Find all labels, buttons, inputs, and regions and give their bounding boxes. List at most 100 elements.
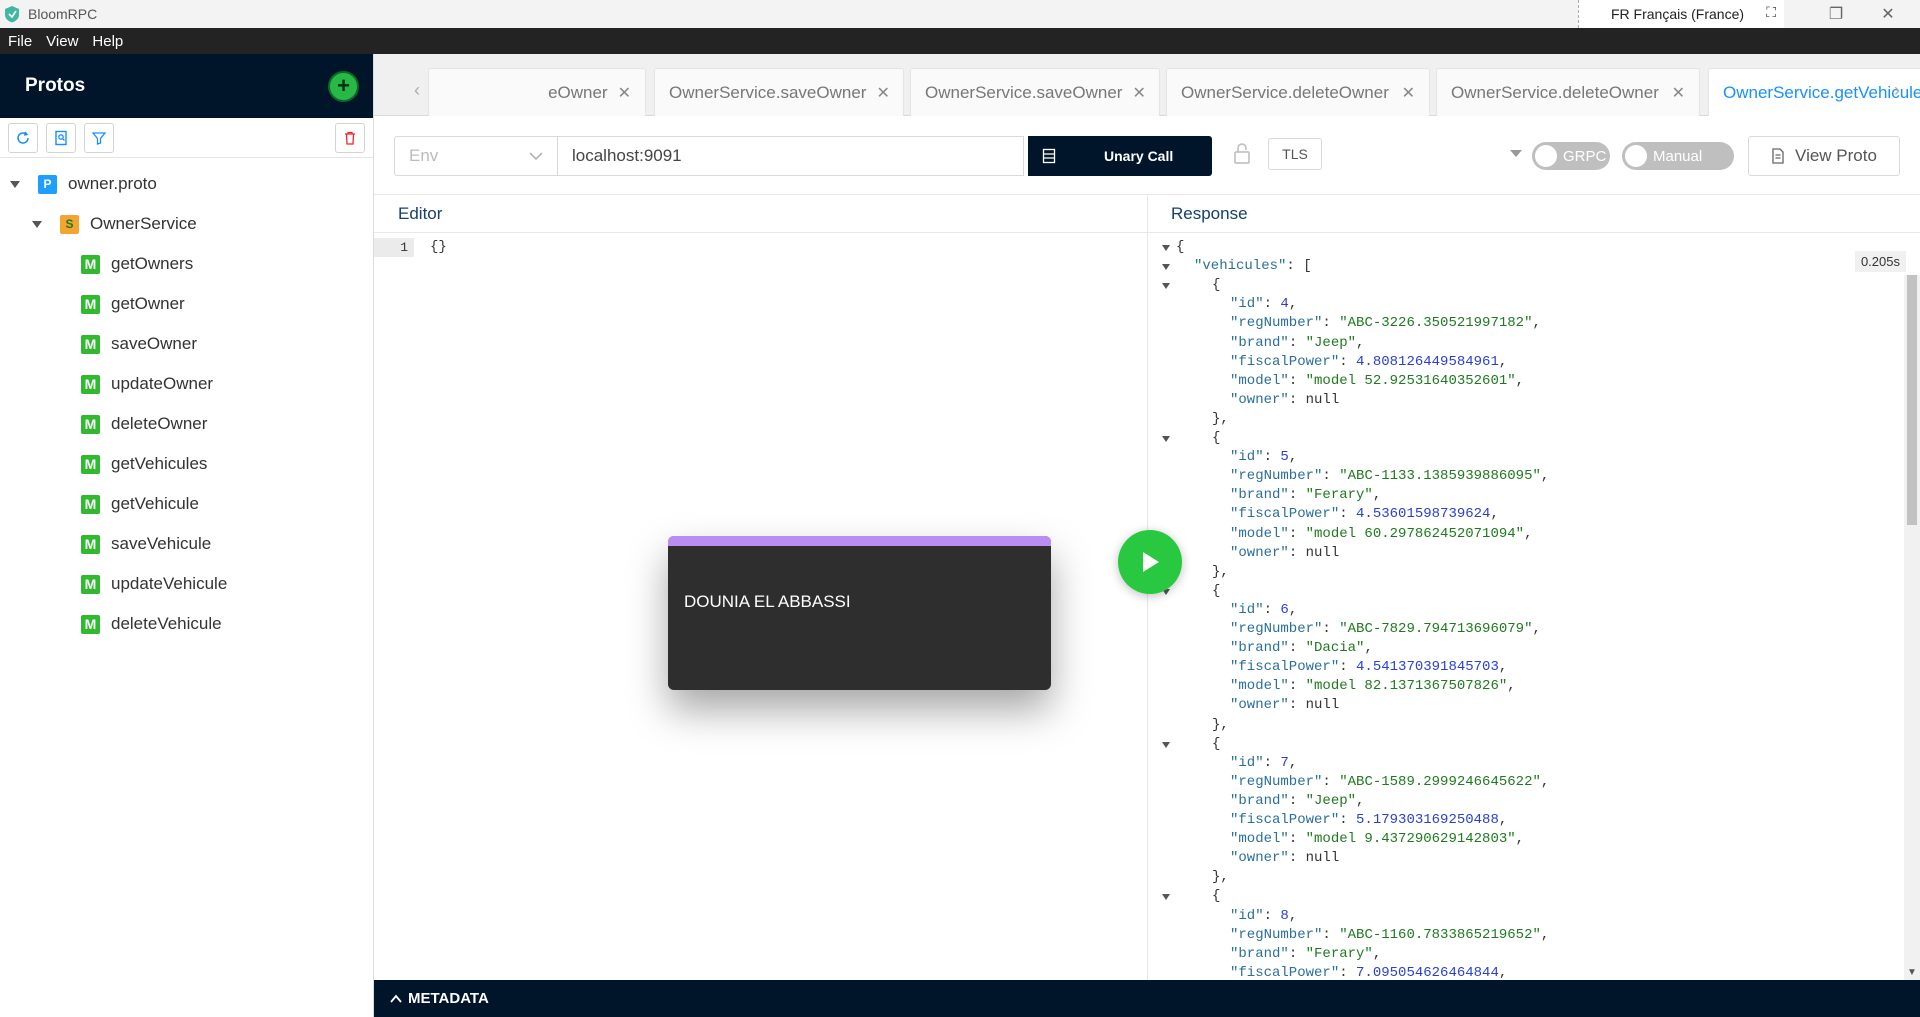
- tree-item-method[interactable]: M getOwners: [0, 244, 373, 284]
- method-badge: M: [81, 254, 100, 274]
- tree-item-label: saveVehicule: [111, 534, 212, 553]
- method-badge: M: [81, 534, 100, 554]
- fold-caret-icon[interactable]: [1162, 741, 1170, 748]
- menu-file[interactable]: File: [8, 33, 32, 50]
- tab-label: OwnerService.deleteOwner: [1451, 82, 1659, 102]
- server-url-input[interactable]: [558, 136, 1024, 176]
- run-request-button[interactable]: [1118, 530, 1182, 594]
- service-badge: S: [60, 214, 79, 234]
- add-proto-button[interactable]: +: [328, 70, 359, 102]
- sidebar-toolbar: [0, 118, 373, 158]
- response-json[interactable]: {"vehicules": [{"id": 4, "regNumber": "AB…: [1148, 238, 1904, 978]
- play-icon: [1143, 552, 1159, 572]
- env-select[interactable]: Env: [394, 136, 558, 176]
- tree-item-label: deleteOwner: [111, 414, 208, 433]
- metadata-bar[interactable]: METADATA: [374, 980, 1920, 1017]
- filter-methods-button[interactable]: [84, 122, 114, 153]
- editor-title: Editor: [374, 195, 1147, 233]
- tree-item-label: saveOwner: [111, 334, 197, 353]
- tree-item-method[interactable]: M updateOwner: [0, 364, 373, 404]
- import-paths-button[interactable]: [46, 122, 76, 153]
- tab-label: OwnerService.deleteOwner: [1181, 82, 1389, 102]
- menu-help[interactable]: Help: [92, 33, 123, 50]
- method-badge: M: [81, 494, 100, 514]
- language-indicator[interactable]: FR Français (France) ⛶: [1578, 0, 1784, 28]
- editor-line[interactable]: 1 {}: [374, 238, 1148, 257]
- fold-caret-icon[interactable]: [1162, 283, 1170, 290]
- view-proto-label: View Proto: [1795, 146, 1877, 165]
- fold-caret-icon[interactable]: [1162, 245, 1170, 251]
- tree-item-proto-file[interactable]: P owner.proto: [0, 164, 373, 204]
- tab-request-active[interactable]: OwnerService.getVehicules ✕: [1708, 68, 1920, 116]
- toggle-knob: [1625, 145, 1647, 167]
- tree-item-label: OwnerService: [90, 214, 197, 233]
- request-toolbar: Env Unary Call TLS GRPC Manual View Prot…: [374, 116, 1920, 195]
- method-badge: M: [81, 374, 100, 394]
- delete-protos-button[interactable]: [335, 122, 365, 153]
- fold-caret-icon[interactable]: [1162, 894, 1170, 901]
- response-title: Response: [1148, 195, 1920, 233]
- tab-request[interactable]: OwnerService.deleteOwner ✕: [1166, 68, 1430, 116]
- tabs-scroll-right-icon[interactable]: ›: [1894, 80, 1900, 101]
- tab-label: OwnerService.getVehicules: [1723, 82, 1920, 102]
- tabs-scroll-left-icon[interactable]: ‹: [414, 80, 420, 101]
- tab-label: OwnerService.saveOwner: [925, 82, 1123, 102]
- proto-tree: P owner.proto S OwnerService M getOwners…: [0, 158, 373, 644]
- sidebar-header: Protos +: [0, 54, 373, 118]
- metadata-label: METADATA: [408, 990, 489, 1007]
- manual-toggle[interactable]: Manual: [1622, 142, 1734, 170]
- call-type-button[interactable]: Unary Call: [1028, 136, 1212, 176]
- close-tab-icon[interactable]: ✕: [1132, 83, 1145, 103]
- tab-request[interactable]: OwnerService.saveOwner ✕: [654, 68, 904, 116]
- tree-item-method[interactable]: M saveVehicule: [0, 524, 373, 564]
- close-window-button[interactable]: ✕: [1860, 0, 1916, 28]
- menu-view[interactable]: View: [46, 33, 78, 50]
- lock-icon[interactable]: [1232, 142, 1252, 166]
- expand-icon[interactable]: ⛶: [1766, 4, 1776, 21]
- tree-item-method[interactable]: M deleteVehicule: [0, 604, 373, 644]
- tab-label: OwnerService.saveOwner: [669, 82, 867, 102]
- close-tab-icon[interactable]: ✕: [618, 83, 631, 103]
- tab-request[interactable]: eOwner ✕: [428, 68, 646, 116]
- method-badge: M: [81, 574, 100, 594]
- restore-window-button[interactable]: ❐: [1808, 0, 1864, 28]
- tree-item-label: owner.proto: [68, 174, 157, 193]
- tree-item-method[interactable]: M getVehicule: [0, 484, 373, 524]
- tree-item-method[interactable]: M getOwner: [0, 284, 373, 324]
- fold-caret-icon[interactable]: [1162, 264, 1170, 271]
- method-badge: M: [81, 414, 100, 434]
- scroll-down-icon[interactable]: ▼: [1907, 967, 1917, 978]
- editor-code[interactable]: {}: [430, 238, 447, 257]
- filter-icon: [91, 131, 107, 145]
- plus-icon: +: [337, 73, 350, 98]
- tab-request[interactable]: OwnerService.deleteOwner ✕: [1436, 68, 1700, 116]
- manual-label: Manual: [1653, 147, 1703, 165]
- caret-down-icon[interactable]: [1510, 150, 1522, 157]
- tab-request[interactable]: OwnerService.saveOwner ✕: [910, 68, 1160, 116]
- tab-label: eOwner: [548, 82, 608, 102]
- tls-button[interactable]: TLS: [1268, 138, 1322, 170]
- tree-item-label: getOwner: [111, 294, 185, 313]
- close-tab-icon[interactable]: ✕: [1672, 83, 1685, 103]
- tree-item-service[interactable]: S OwnerService: [0, 204, 373, 244]
- tree-item-method[interactable]: M deleteOwner: [0, 404, 373, 444]
- tree-item-label: updateVehicule: [111, 574, 228, 593]
- tree-item-label: getVehicule: [111, 494, 199, 513]
- response-scrollbar[interactable]: ▼: [1904, 275, 1920, 980]
- close-tab-icon[interactable]: ✕: [876, 83, 889, 103]
- reload-protos-button[interactable]: [8, 122, 38, 153]
- scrollbar-thumb[interactable]: [1907, 275, 1917, 525]
- tree-item-method[interactable]: M saveOwner: [0, 324, 373, 364]
- close-tab-icon[interactable]: ✕: [1402, 83, 1415, 103]
- fold-caret-icon[interactable]: [1162, 436, 1170, 442]
- line-number: 1: [374, 238, 414, 257]
- file-icon: [1772, 148, 1784, 164]
- view-proto-button[interactable]: View Proto: [1748, 136, 1900, 176]
- tree-item-method[interactable]: M getVehicules: [0, 444, 373, 484]
- caret-down-icon[interactable]: [32, 220, 42, 228]
- method-badge: M: [81, 334, 100, 354]
- grpc-toggle[interactable]: GRPC: [1532, 142, 1610, 170]
- trash-icon: [345, 131, 355, 145]
- caret-down-icon[interactable]: [10, 180, 20, 188]
- tree-item-method[interactable]: M updateVehicule: [0, 564, 373, 604]
